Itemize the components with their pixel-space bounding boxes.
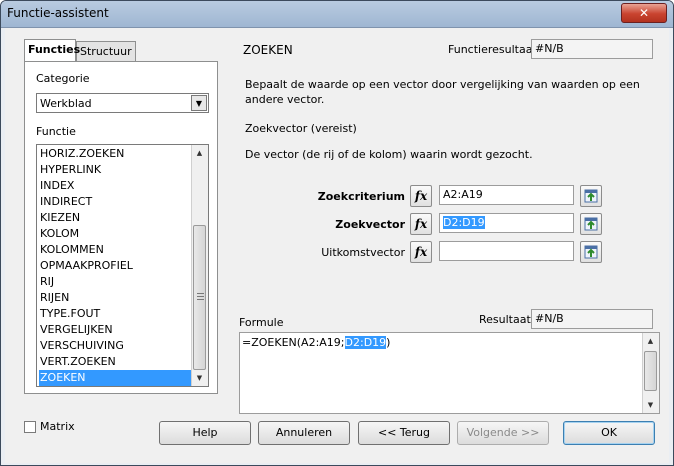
- fx-icon[interactable]: fx: [410, 185, 432, 207]
- result-value: #N/B: [531, 309, 653, 329]
- arg-input-zoekcriterium[interactable]: A2:A19: [439, 185, 574, 205]
- function-list-item[interactable]: KOLOM: [39, 226, 193, 242]
- function-list[interactable]: HORIZ.ZOEKEN HYPERLINK INDEX INDIRECT KI…: [36, 144, 209, 387]
- function-list-scrollbar[interactable]: ▲ ▼: [191, 145, 208, 386]
- function-list-item[interactable]: VERSCHUIVING: [39, 338, 193, 354]
- parameter-description: De vector (de rij of de kolom) waarin wo…: [245, 148, 533, 161]
- dialog-body: Functies Structuur Categorie Werkblad ▼ …: [5, 28, 669, 463]
- function-label: Functie: [36, 125, 76, 138]
- fx-icon[interactable]: fx: [410, 213, 432, 235]
- function-list-item[interactable]: KOLOMMEN: [39, 242, 193, 258]
- result-label: Resultaat: [479, 313, 531, 326]
- fx-icon[interactable]: fx: [410, 241, 432, 263]
- matrix-label: Matrix: [40, 420, 75, 433]
- arg-input-zoekvector[interactable]: D2:D19: [439, 213, 574, 233]
- back-button[interactable]: << Terug: [358, 421, 450, 445]
- matrix-checkbox[interactable]: [24, 421, 36, 433]
- parameter-title: Zoekvector (vereist): [245, 122, 357, 135]
- arg-label-zoekcriterium: Zoekcriterium: [317, 190, 405, 203]
- function-wizard-window: Functie-assistent ✕ Functies Structuur C…: [0, 0, 674, 466]
- tab-structuur[interactable]: Structuur: [76, 41, 136, 61]
- function-list-item[interactable]: VERT.ZOEKEN: [39, 354, 193, 370]
- arg-input-uitkomstvector[interactable]: [439, 241, 574, 261]
- function-list-item[interactable]: KIEZEN: [39, 210, 193, 226]
- close-button[interactable]: ✕: [621, 3, 667, 23]
- category-value: Werkblad: [40, 97, 92, 110]
- cancel-button[interactable]: Annuleren: [258, 421, 350, 445]
- formula-label: Formule: [239, 316, 284, 329]
- function-list-item-selected[interactable]: ZOEKEN: [39, 370, 193, 386]
- formula-text: =ZOEKEN(A2:A19;D2:D19): [242, 336, 391, 349]
- function-list-item[interactable]: INDEX: [39, 178, 193, 194]
- ok-button[interactable]: OK: [563, 421, 655, 445]
- shrink-select-icon[interactable]: [580, 185, 602, 207]
- function-list-item[interactable]: HORIZ.ZOEKEN: [39, 146, 193, 162]
- next-button[interactable]: Volgende >>: [457, 421, 549, 445]
- function-list-item[interactable]: TYPE.FOUT: [39, 306, 193, 322]
- function-list-item[interactable]: RIJ: [39, 274, 193, 290]
- scroll-thumb[interactable]: [644, 351, 657, 391]
- function-result-label: Functieresultaat: [448, 43, 537, 56]
- selected-text: D2:D19: [443, 216, 485, 229]
- arg-label-zoekvector: Zoekvector: [335, 218, 405, 231]
- scroll-thumb[interactable]: [193, 225, 206, 370]
- category-label: Categorie: [36, 72, 90, 85]
- function-list-item[interactable]: INDIRECT: [39, 194, 193, 210]
- function-list-item[interactable]: RIJEN: [39, 290, 193, 306]
- window-title: Functie-assistent: [7, 6, 109, 20]
- scroll-down-icon[interactable]: ▼: [192, 370, 207, 386]
- function-list-item[interactable]: VERGELIJKEN: [39, 322, 193, 338]
- category-dropdown[interactable]: Werkblad ▼: [36, 93, 209, 113]
- tab-functies[interactable]: Functies: [24, 39, 80, 61]
- chevron-down-icon[interactable]: ▼: [191, 95, 207, 111]
- scroll-down-icon[interactable]: ▼: [643, 397, 658, 413]
- function-name: ZOEKEN: [243, 43, 293, 57]
- formula-scrollbar[interactable]: ▲ ▼: [642, 333, 659, 413]
- function-list-item[interactable]: OPMAAKPROFIEL: [39, 258, 193, 274]
- scroll-up-icon[interactable]: ▲: [192, 145, 207, 161]
- scroll-up-icon[interactable]: ▲: [643, 333, 658, 349]
- help-button[interactable]: Help: [159, 421, 251, 445]
- formula-editor[interactable]: =ZOEKEN(A2:A19;D2:D19) ▲ ▼: [239, 332, 660, 414]
- arg-label-uitkomstvector: Uitkomstvector: [321, 246, 405, 259]
- title-bar[interactable]: Functie-assistent ✕: [1, 1, 673, 28]
- function-list-item[interactable]: HYPERLINK: [39, 162, 193, 178]
- function-result-value: #N/B: [531, 39, 653, 59]
- shrink-select-icon[interactable]: [580, 241, 602, 263]
- function-description: Bepaalt de waarde op een vector door ver…: [245, 78, 640, 106]
- functions-tab-panel: Categorie Werkblad ▼ Functie HORIZ.ZOEKE…: [24, 61, 218, 394]
- shrink-select-icon[interactable]: [580, 213, 602, 235]
